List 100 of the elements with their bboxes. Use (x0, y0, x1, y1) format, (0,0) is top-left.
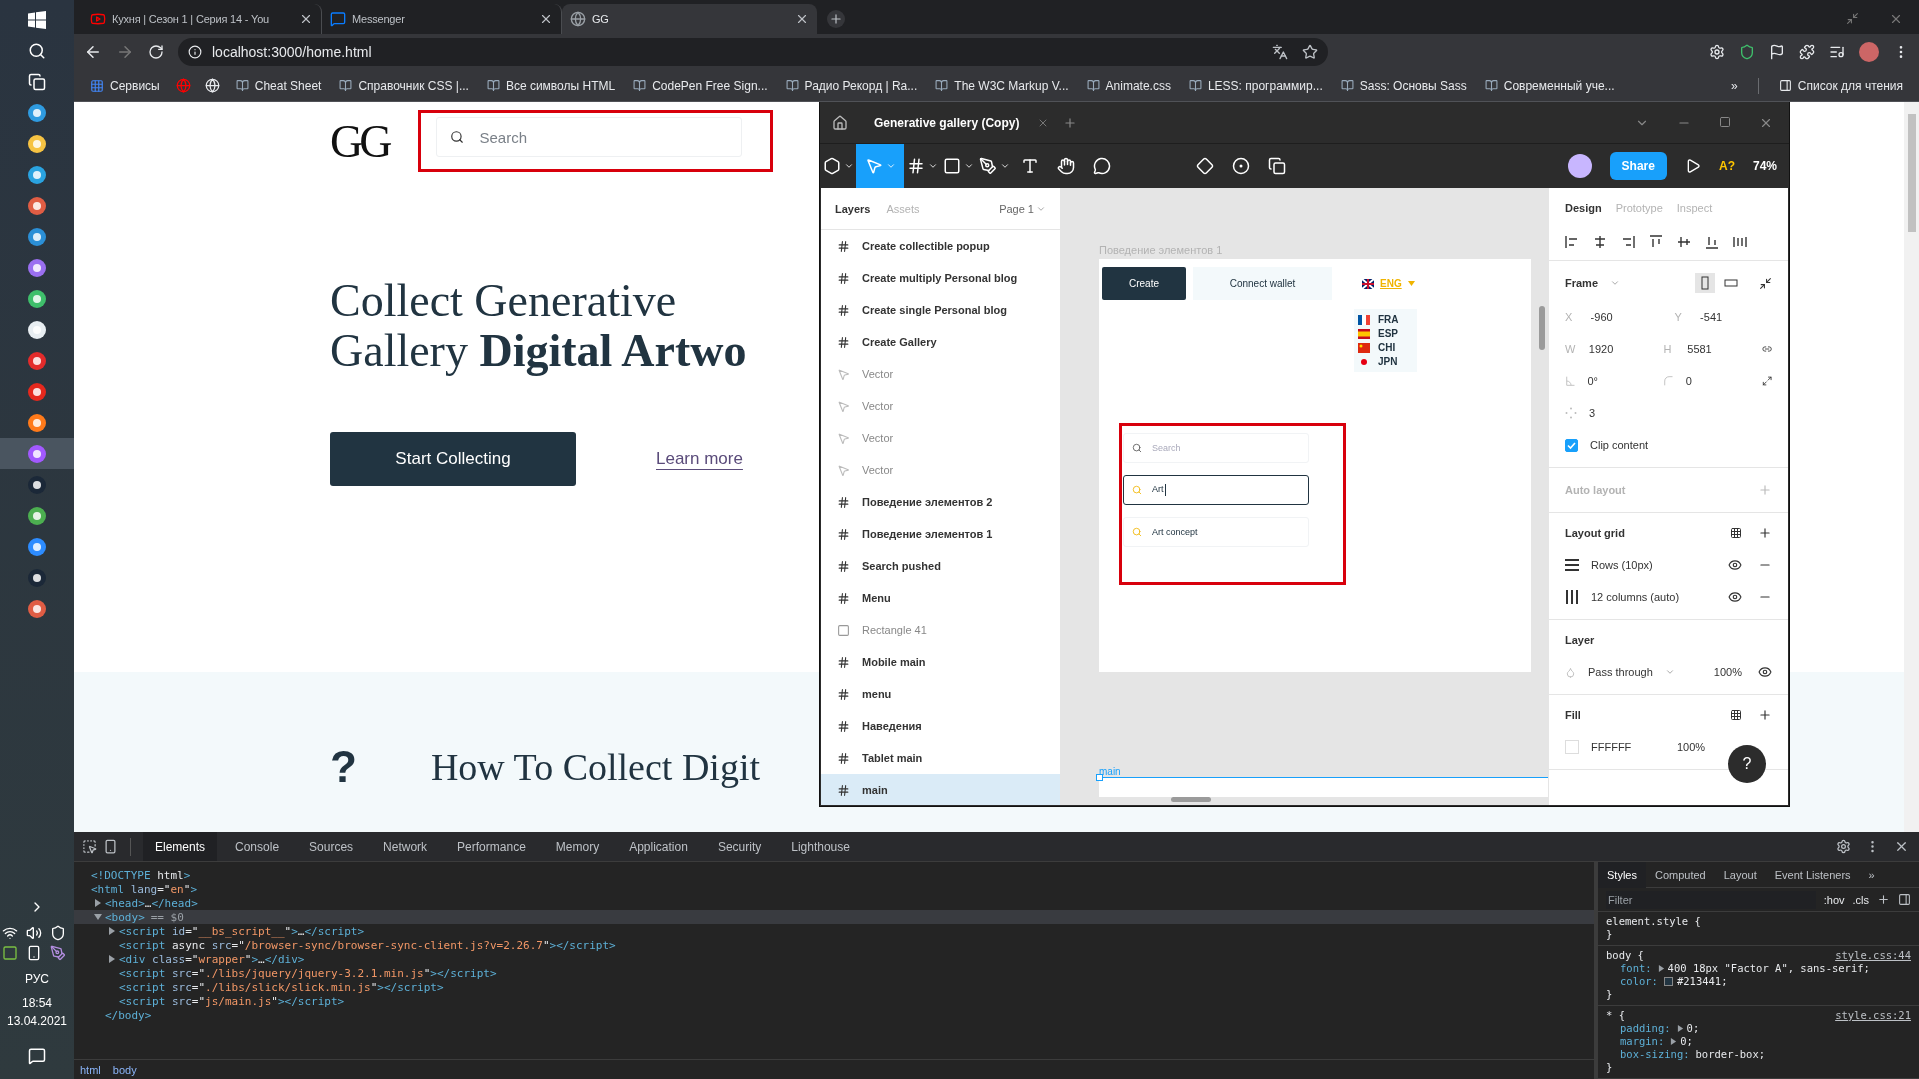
visibility-icon[interactable] (1728, 590, 1742, 604)
bookmark-link[interactable]: Радио Рекорд | Ra... (779, 75, 924, 96)
bookmark-link[interactable]: Animate.css (1080, 75, 1177, 96)
devtools-tab[interactable]: Network (371, 832, 440, 861)
portrait-toggle[interactable] (1695, 273, 1715, 293)
playlist-icon[interactable] (1829, 44, 1845, 60)
inspector-tab[interactable]: Design (1565, 202, 1602, 214)
bookmark-link[interactable]: Справочник CSS |... (333, 75, 475, 96)
color-swatch[interactable] (1663, 977, 1673, 986)
align-icon[interactable] (1649, 235, 1663, 249)
layer-item[interactable]: Наведения (821, 710, 1060, 742)
layer-item[interactable]: Vector (821, 390, 1060, 422)
connect-wallet-button[interactable]: Connect wallet (1193, 267, 1332, 300)
layer-item[interactable]: Search pushed (821, 550, 1060, 582)
more-tabs-button[interactable]: » (1859, 861, 1884, 888)
layer-item[interactable]: menu (821, 678, 1060, 710)
hex-field[interactable]: FFFFFF (1591, 741, 1665, 753)
page-dropdown[interactable]: Page 1 (999, 202, 1046, 215)
reload-icon[interactable] (148, 44, 164, 60)
dom-line[interactable]: <script id="__bs_script__">…</script> (74, 924, 1594, 938)
scrollbar[interactable] (1904, 102, 1919, 832)
dom-line[interactable]: <script src="./libs/jquery/jquery-3.2.1.min.js"></script> (74, 966, 1594, 980)
layer-item[interactable]: Tablet main (821, 742, 1060, 774)
address-field[interactable]: localhost:3000/home.html (212, 44, 372, 60)
dom-line[interactable]: <div class="wrapper">…</div> (74, 952, 1594, 966)
extensions-icon[interactable] (1799, 44, 1815, 60)
expand-arrow-icon[interactable] (1676, 1025, 1684, 1032)
expanded-arrow-icon[interactable] (94, 913, 102, 921)
settings-icon[interactable] (1836, 839, 1851, 854)
align-icon[interactable] (1733, 235, 1747, 249)
devtools-tab[interactable]: Console (223, 832, 292, 861)
dom-line[interactable]: <html lang="en"> (74, 882, 1594, 896)
user-avatar[interactable] (1567, 154, 1592, 178)
fill-styles-icon[interactable] (1730, 709, 1742, 721)
resize-icon[interactable] (1759, 276, 1772, 290)
styles-tab[interactable]: Event Listeners (1765, 861, 1860, 888)
devtools-tab[interactable]: Lighthouse (779, 832, 862, 861)
grid-label[interactable]: Rows (10px) (1591, 559, 1653, 571)
mask-icon[interactable] (1232, 157, 1250, 175)
translate-icon[interactable] (1272, 44, 1288, 60)
network-icon[interactable] (2, 925, 18, 941)
reading-list-link[interactable]: Список для чтения (1772, 75, 1909, 96)
layer-item[interactable]: Create Gallery (821, 326, 1060, 358)
home-icon[interactable] (832, 114, 848, 131)
task-view-icon[interactable] (28, 72, 46, 91)
opacity-value[interactable]: 100% (1713, 666, 1742, 678)
inspect-icon[interactable] (82, 839, 97, 854)
align-icon[interactable] (1593, 235, 1607, 249)
dom-line[interactable]: <!DOCTYPE html> (74, 868, 1594, 882)
collapsed-arrow-icon[interactable] (108, 955, 116, 963)
create-button[interactable]: Create (1102, 267, 1186, 300)
scrollbar[interactable] (1171, 797, 1211, 802)
visibility-icon[interactable] (1728, 558, 1742, 572)
layer-item[interactable]: Create single Personal blog (821, 294, 1060, 326)
bookmark-link[interactable]: Все символы HTML (480, 75, 622, 96)
search-icon[interactable] (28, 41, 46, 60)
layer-item[interactable]: main (821, 774, 1060, 805)
dom-line[interactable]: <script async src="/browser-sync/browser-sync-client.js?v=2.26.7"></script> (74, 938, 1594, 952)
zoom-dropdown[interactable]: 74% (1752, 159, 1777, 173)
opacity-value[interactable]: 100% (1677, 741, 1706, 753)
devtools-tab[interactable]: Sources (297, 832, 366, 861)
layer-item[interactable]: Поведение элементов 1 (821, 518, 1060, 550)
close-icon[interactable] (1894, 839, 1909, 854)
site-logo[interactable]: GG (330, 114, 389, 168)
sidebar-icon[interactable] (1898, 893, 1911, 906)
close-icon[interactable] (539, 12, 553, 26)
checkbox[interactable] (1565, 438, 1578, 452)
number-field[interactable]: -541 (1700, 311, 1772, 323)
number-field[interactable]: -960 (1590, 311, 1663, 323)
breadcrumb[interactable]: html (80, 1063, 101, 1076)
add-icon[interactable] (1877, 893, 1890, 906)
back-icon[interactable] (84, 43, 102, 61)
constrain-icon[interactable] (1761, 343, 1772, 355)
new-tab-icon[interactable] (827, 10, 845, 28)
layer-item[interactable]: Create multiply Personal blog (821, 262, 1060, 294)
scrollbar[interactable] (1539, 306, 1545, 350)
visibility-icon[interactable] (1758, 665, 1772, 679)
taskbar-app[interactable] (0, 438, 74, 469)
help-button[interactable]: ? (1728, 745, 1766, 783)
device-toolbar-icon[interactable] (103, 839, 118, 854)
bookmark-icon[interactable] (1302, 44, 1318, 60)
layer-item[interactable]: Create collectible popup (821, 230, 1060, 262)
start-collecting-button[interactable]: Start Collecting (330, 432, 576, 486)
accessibility-button[interactable]: A? (1718, 159, 1735, 173)
notifications-icon[interactable] (28, 1047, 46, 1065)
align-icon[interactable] (1705, 235, 1719, 249)
align-icon[interactable] (1621, 235, 1635, 249)
collapsed-arrow-icon[interactable] (108, 927, 116, 935)
blend-dropdown[interactable]: Pass through (1588, 666, 1653, 678)
extension-icon[interactable] (1709, 44, 1725, 60)
styles-tab[interactable]: Layout (1714, 861, 1766, 888)
learn-more-link[interactable]: Learn more (656, 449, 743, 469)
dom-line[interactable]: </body> (74, 1008, 1594, 1022)
devtools-tab[interactable]: Memory (543, 832, 612, 861)
grid-styles-icon[interactable] (1730, 527, 1742, 539)
corners-icon[interactable] (1761, 375, 1773, 387)
number-field[interactable]: 0 (1685, 375, 1750, 387)
devtools-tab[interactable]: Performance (445, 832, 538, 861)
number-field[interactable]: 1920 (1588, 343, 1652, 355)
align-icon[interactable] (1677, 235, 1691, 249)
